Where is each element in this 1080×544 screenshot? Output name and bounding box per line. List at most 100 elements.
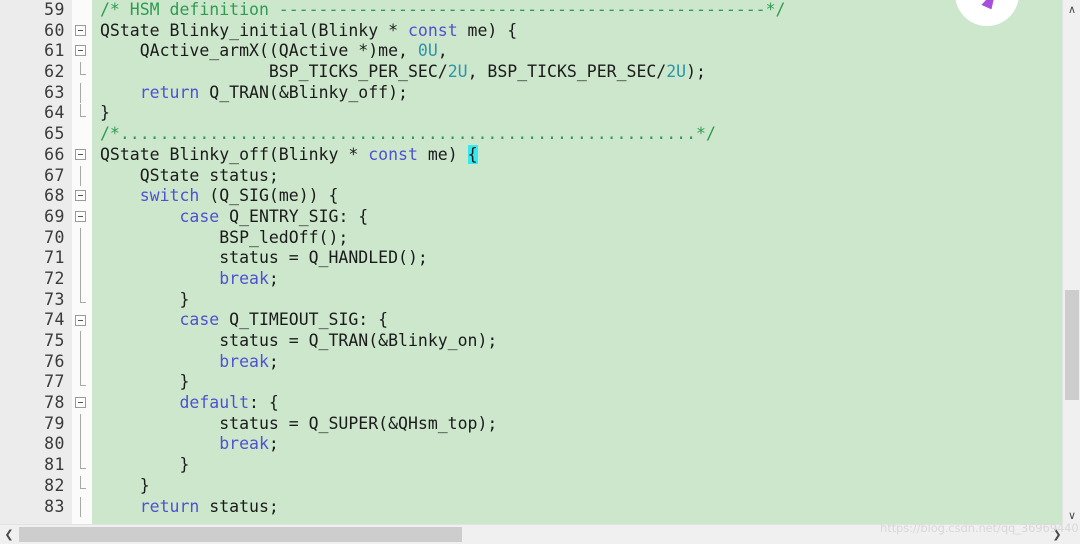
code-line[interactable]: return Q_TRAN(&Blinky_off); [92,83,1062,104]
code-token: } [100,372,190,392]
code-line[interactable]: } [92,290,1062,311]
line-number: 76 [44,351,65,371]
scroll-left-icon[interactable]: ❮ [0,525,18,544]
editor-viewport[interactable]: 59 60 61 62 63 64 65 66 67 68 69 70 71 72 73 74 75 76 77 78… [0,0,1062,524]
code-token: break [219,268,269,288]
code-line[interactable]: QState status; [92,166,1062,187]
code-token: BSP_ledOff(); [100,227,349,247]
fold-guide-line [80,269,81,290]
code-line[interactable]: BSP_TICKS_PER_SEC/2U, BSP_TICKS_PER_SEC/… [92,62,1062,83]
code-token: /* HSM definition ----------------------… [100,0,786,19]
code-line[interactable]: case Q_TIMEOUT_SIG: { [92,310,1062,331]
code-line[interactable]: case Q_ENTRY_SIG: { [92,207,1062,228]
fold-guide-line [80,103,81,116]
code-line[interactable]: return status; [92,497,1062,518]
code-line[interactable]: QState Blinky_initial(Blinky * const me)… [92,21,1062,42]
fold-guide-line [80,414,81,435]
fold-end-marker [80,302,86,304]
line-number: 81 [44,455,65,475]
code-token: break [219,434,269,454]
fold-end-marker [80,74,86,76]
code-token: , BSP_TICKS_PER_SEC/ [467,62,667,82]
code-token: } [100,455,190,475]
code-token: switch [139,186,200,206]
fold-toggle-icon[interactable] [75,148,86,160]
code-line[interactable]: status = Q_SUPER(&QHsm_top); [92,414,1062,435]
code-token: ; [268,268,279,288]
fold-guide-line [80,476,81,489]
line-number: 77 [44,372,65,392]
code-line[interactable]: BSP_ledOff(); [92,228,1062,249]
vertical-scrollbar[interactable]: ∧ ∨ [1062,0,1080,524]
code-line[interactable]: } [92,476,1062,497]
code-line[interactable]: /* HSM definition ----------------------… [92,0,1062,21]
horizontal-scrollbar-thumb[interactable] [19,527,462,542]
code-line[interactable]: QActive_armX((QActive *)me, 0U, [92,41,1062,62]
code-token: 2U [666,62,687,82]
fold-guide-line [80,289,81,303]
line-number: 72 [44,268,65,288]
code-line[interactable]: } [92,372,1062,393]
code-line[interactable]: default: { [92,393,1062,414]
line-number: 69 [44,206,65,226]
code-token: Q_TRAN(&Blinky_off); [199,82,408,102]
code-line[interactable]: } [92,455,1062,476]
code-line[interactable]: break; [92,434,1062,455]
scroll-down-icon[interactable]: ∨ [1063,506,1080,524]
code-line[interactable]: status = Q_TRAN(&Blinky_on); [92,331,1062,352]
code-line[interactable]: switch (Q_SIG(me)) { [92,186,1062,207]
code-text-area[interactable]: /* HSM definition ----------------------… [92,0,1062,524]
code-token: return [139,82,200,102]
code-folding-column[interactable] [72,0,92,524]
fold-toggle-icon[interactable] [75,211,86,222]
code-token: status = Q_TRAN(&Blinky_on); [100,331,498,350]
line-number: 78 [44,393,65,413]
line-number: 80 [44,434,65,454]
line-number: 73 [44,289,65,309]
code-token: : { [249,393,279,413]
fold-end-marker [80,467,86,469]
line-number: 75 [44,331,65,350]
fold-end-marker [80,384,86,386]
line-number: 66 [44,144,65,164]
code-line[interactable]: break; [92,269,1062,290]
code-token: 2U [447,62,468,82]
scroll-up-icon[interactable]: ∧ [1063,0,1080,18]
fold-guide-line [80,62,81,75]
line-number: 79 [44,413,65,433]
code-token: , [437,41,448,61]
code-line[interactable]: } [92,103,1062,124]
line-number: 70 [44,227,65,247]
fold-toggle-icon[interactable] [75,397,86,409]
code-token: } [100,103,110,123]
fold-toggle-icon[interactable] [75,24,86,36]
fold-guide-line [80,227,81,249]
code-token: QState Blinky_initial(Blinky * [100,20,408,40]
code-editor-window: 59 60 61 62 63 64 65 66 67 68 69 70 71 72 73 74 75 76 77 78… [0,0,1080,544]
line-number-gutter: 59 60 61 62 63 64 65 66 67 68 69 70 71 72 73 74 75 76 77 78… [0,0,72,524]
code-token: } [100,289,190,309]
code-token: QActive_armX((QActive *)me, [100,41,418,61]
fold-toggle-icon[interactable] [75,190,86,202]
code-token: QState status; [100,165,279,185]
line-number: 61 [44,41,65,61]
fold-end-marker [80,488,86,490]
fold-guide-line [80,455,81,468]
code-token: (Q_SIG(me)) { [199,186,339,206]
fold-toggle-icon[interactable] [75,45,86,57]
code-line[interactable]: /*......................................… [92,124,1062,145]
vertical-scrollbar-thumb[interactable] [1065,290,1079,400]
code-line[interactable]: break; [92,352,1062,373]
fold-toggle-icon[interactable] [75,314,86,326]
code-line[interactable]: status = Q_HANDLED(); [92,248,1062,269]
code-line[interactable]: QState Blinky_off(Blinky * const me) { [92,144,1062,166]
code-token: const [368,144,418,164]
horizontal-scrollbar[interactable]: ❮ ❯ [0,524,1080,544]
line-number: 67 [44,165,65,185]
